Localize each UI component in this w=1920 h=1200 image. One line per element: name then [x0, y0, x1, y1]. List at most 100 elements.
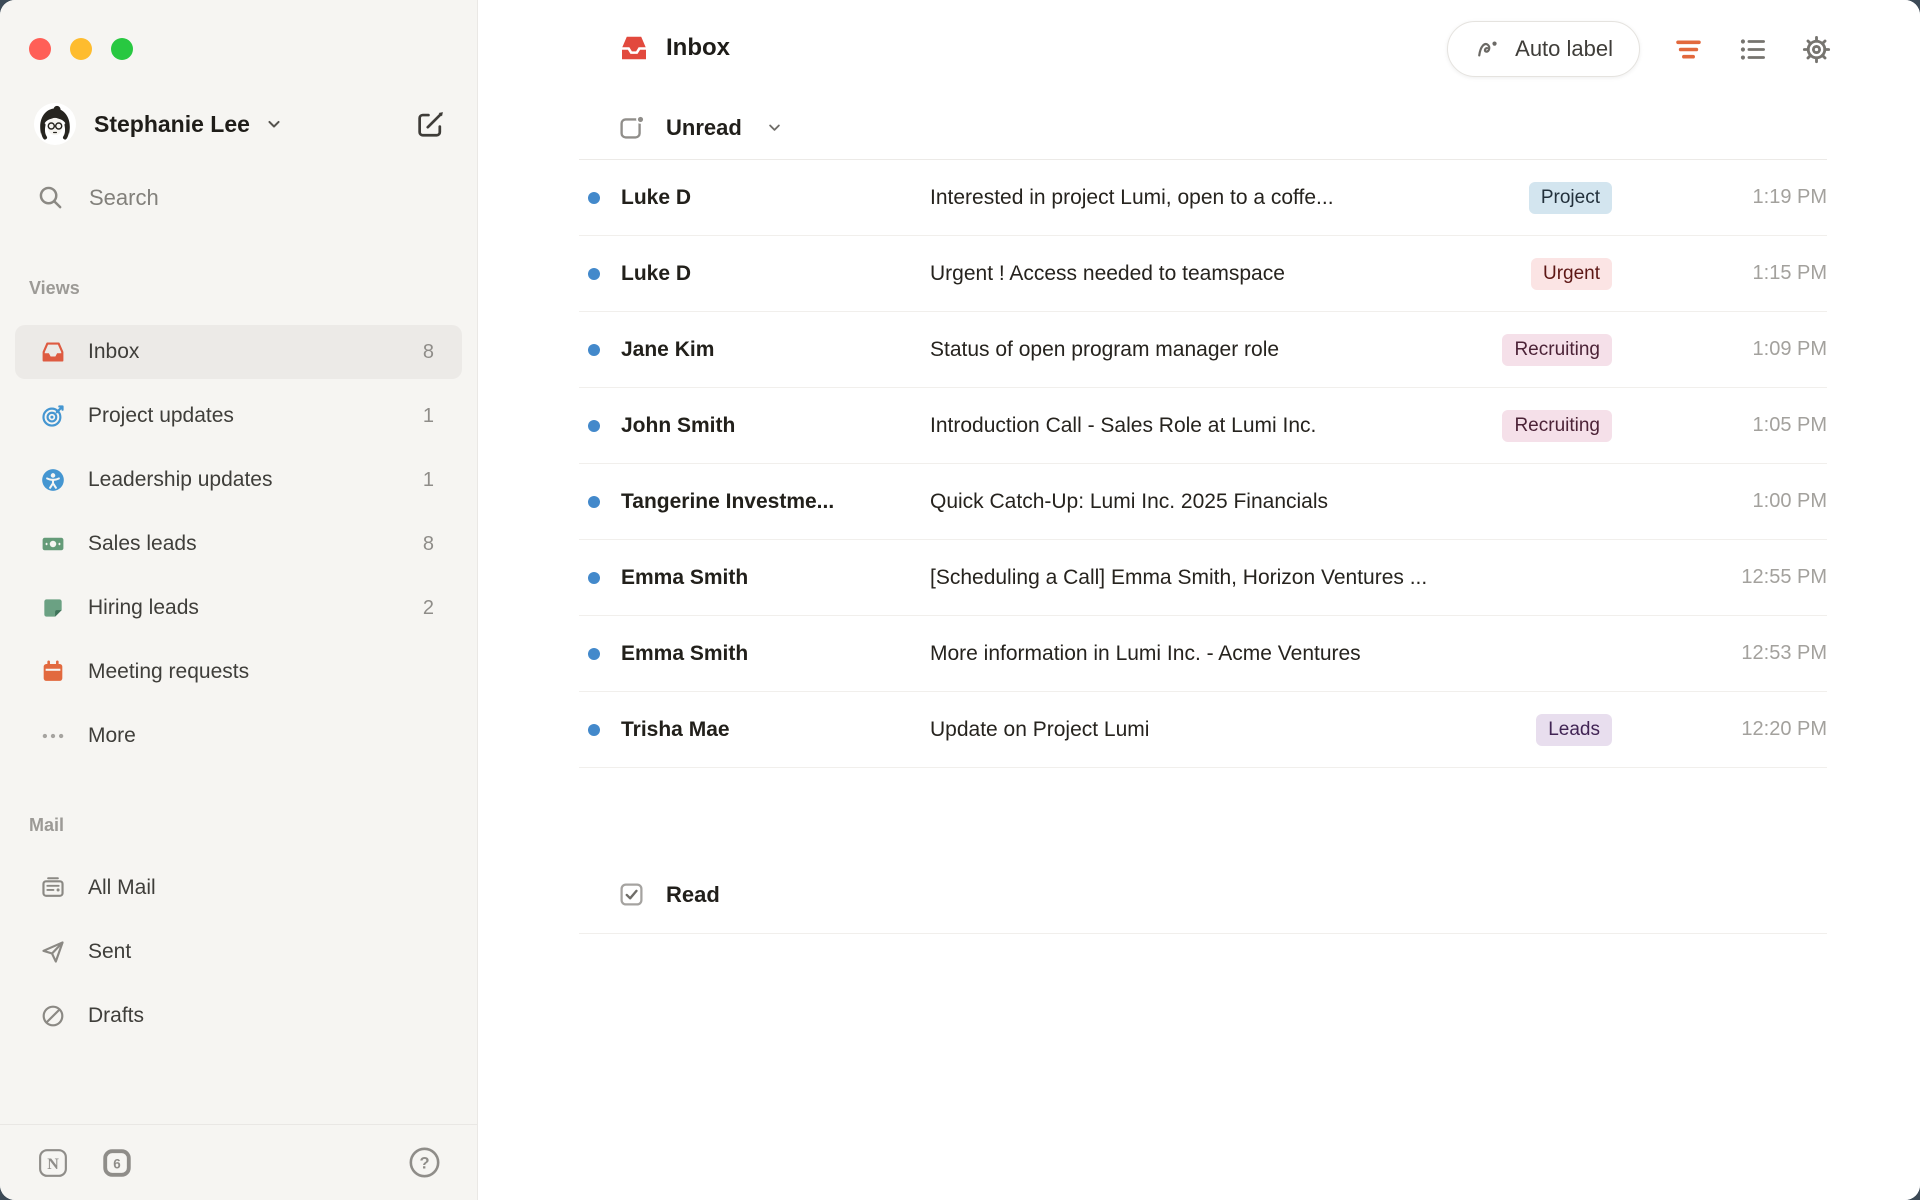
filter-icon: [1673, 34, 1704, 65]
email-subject: [Scheduling a Call] Emma Smith, Horizon …: [930, 566, 1702, 590]
email-time: 12:55 PM: [1702, 566, 1827, 589]
all-mail-icon: [40, 875, 66, 901]
unread-dot: [588, 268, 600, 280]
unread-dot: [588, 420, 600, 432]
unread-dot: [588, 648, 600, 660]
email-subject: Update on Project Lumi: [930, 718, 1536, 742]
email-time: 1:09 PM: [1702, 338, 1827, 361]
user-name: Stephanie Lee: [94, 111, 250, 138]
email-row[interactable]: John Smith Introduction Call - Sales Rol…: [579, 388, 1827, 464]
help-button[interactable]: ?: [408, 1146, 441, 1179]
banknote-icon: [40, 531, 66, 557]
drafts-icon: [40, 1003, 66, 1029]
email-time: 12:53 PM: [1702, 642, 1827, 665]
calendar-app-icon: 6: [102, 1148, 132, 1178]
email-time: 12:20 PM: [1702, 718, 1827, 741]
sidebar-item-sent[interactable]: Sent: [15, 925, 462, 979]
unread-dot: [588, 496, 600, 508]
email-label-badge[interactable]: Recruiting: [1502, 410, 1612, 442]
sidebar-item-project-updates[interactable]: Project updates 1: [15, 389, 462, 443]
mail-section-label: Mail: [29, 815, 64, 836]
email-label-badge[interactable]: Leads: [1536, 714, 1612, 746]
unread-dot: [588, 572, 600, 584]
unread-filter-icon: [618, 114, 645, 141]
unread-dot: [588, 724, 600, 736]
app-window: Stephanie Lee Search Views: [0, 0, 1920, 1200]
calendar-icon: [40, 659, 66, 685]
mail-nav: All Mail Sent Drafts: [15, 861, 462, 1053]
list-icon: [1737, 34, 1768, 65]
settings-button[interactable]: [1801, 34, 1832, 65]
chevron-down-icon: [765, 118, 784, 137]
sidebar-item-leadership-updates[interactable]: Leadership updates 1: [15, 453, 462, 507]
sidebar-item-all-mail[interactable]: All Mail: [15, 861, 462, 915]
list-view-button[interactable]: [1737, 34, 1768, 65]
unread-dot: [588, 344, 600, 356]
sidebar-item-more[interactable]: More: [15, 709, 462, 763]
sidebar-item-hiring-leads[interactable]: Hiring leads 2: [15, 581, 462, 635]
unread-section-header[interactable]: Unread: [579, 96, 1827, 160]
filter-button[interactable]: [1673, 34, 1704, 65]
email-subject: Quick Catch-Up: Lumi Inc. 2025 Financial…: [930, 490, 1702, 514]
email-row[interactable]: Emma Smith [Scheduling a Call] Emma Smit…: [579, 540, 1827, 616]
email-sender: Trisha Mae: [621, 718, 930, 742]
notion-logo-icon: N: [38, 1148, 68, 1178]
email-time: 1:19 PM: [1702, 186, 1827, 209]
svg-text:6: 6: [113, 1156, 120, 1171]
views-section-label: Views: [29, 278, 80, 299]
read-section-header[interactable]: Read: [579, 856, 1827, 934]
unread-count: 8: [423, 341, 434, 364]
svg-text:?: ?: [419, 1154, 429, 1172]
sidebar-item-drafts[interactable]: Drafts: [15, 989, 462, 1043]
person-icon: [40, 467, 66, 493]
email-row[interactable]: Luke D Interested in project Lumi, open …: [579, 160, 1827, 236]
send-icon: [40, 939, 66, 965]
sidebar-item-inbox[interactable]: Inbox 8: [15, 325, 462, 379]
email-row[interactable]: Trisha Mae Update on Project Lumi Leads …: [579, 692, 1827, 768]
minimize-button[interactable]: [70, 38, 92, 60]
auto-label-icon: [1474, 35, 1502, 63]
calendar-app-button[interactable]: 6: [102, 1148, 132, 1178]
auto-label-button[interactable]: Auto label: [1447, 21, 1640, 77]
unread-count: 8: [423, 533, 434, 556]
sidebar-item-meeting-requests[interactable]: Meeting requests: [15, 645, 462, 699]
email-sender: Luke D: [621, 186, 930, 210]
zoom-button[interactable]: [111, 38, 133, 60]
dots-icon: [40, 723, 66, 749]
notion-app-button[interactable]: N: [38, 1148, 68, 1178]
sidebar-item-sales-leads[interactable]: Sales leads 8: [15, 517, 462, 571]
search-label: Search: [89, 185, 159, 211]
inbox-icon: [618, 32, 650, 64]
chevron-down-icon: [264, 114, 284, 134]
window-controls: [29, 38, 133, 60]
compose-button[interactable]: [415, 109, 446, 140]
email-label-badge[interactable]: Recruiting: [1502, 334, 1612, 366]
email-sender: John Smith: [621, 414, 930, 438]
email-row[interactable]: Luke D Urgent ! Access needed to teamspa…: [579, 236, 1827, 312]
email-sender: Emma Smith: [621, 642, 930, 666]
svg-text:N: N: [47, 1155, 59, 1172]
gear-icon: [1801, 34, 1832, 65]
email-label-badge[interactable]: Project: [1529, 182, 1612, 214]
search[interactable]: Search: [37, 184, 159, 211]
unread-count: 1: [423, 469, 434, 492]
close-button[interactable]: [29, 38, 51, 60]
email-row[interactable]: Jane Kim Status of open program manager …: [579, 312, 1827, 388]
email-subject: Urgent ! Access needed to teamspace: [930, 262, 1531, 286]
target-icon: [40, 403, 66, 429]
inbox-icon: [40, 339, 66, 365]
email-subject: Interested in project Lumi, open to a co…: [930, 186, 1529, 210]
read-checkbox-icon: [618, 881, 645, 908]
page-title: Inbox: [666, 34, 730, 62]
email-time: 1:05 PM: [1702, 414, 1827, 437]
account-switcher[interactable]: Stephanie Lee: [34, 103, 446, 145]
email-row[interactable]: Tangerine Investme... Quick Catch-Up: Lu…: [579, 464, 1827, 540]
email-label-badge[interactable]: Urgent: [1531, 258, 1612, 290]
avatar: [34, 103, 76, 145]
header-controls: Auto label: [1447, 21, 1832, 77]
email-time: 1:00 PM: [1702, 490, 1827, 513]
sidebar-footer: N 6 ?: [0, 1124, 477, 1200]
email-row[interactable]: Emma Smith More information in Lumi Inc.…: [579, 616, 1827, 692]
email-sender: Tangerine Investme...: [621, 490, 930, 514]
email-subject: Introduction Call - Sales Role at Lumi I…: [930, 414, 1502, 438]
